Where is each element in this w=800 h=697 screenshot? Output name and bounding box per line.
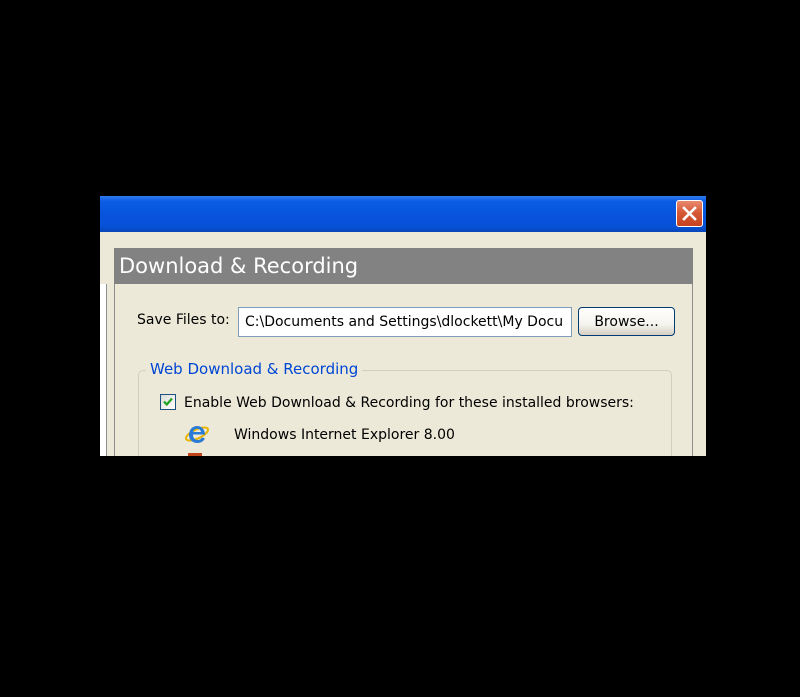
enable-web-download-label: Enable Web Download & Recording for thes… [184,395,634,411]
save-files-label: Save Files to: [137,312,230,328]
save-path-input[interactable] [238,307,572,337]
web-download-group-title: Web Download & Recording [146,360,363,378]
enable-web-download-checkbox[interactable] [160,394,176,410]
internet-explorer-icon [184,426,210,443]
browser-name: Windows Internet Explorer 8.00 [234,427,455,443]
dialog-content: Save Files to: Browse... Web Download & … [100,196,706,456]
firefox-icon-partial [188,453,202,456]
web-download-groupbox [138,370,672,456]
browse-button[interactable]: Browse... [578,307,675,336]
checkmark-icon [163,397,173,407]
